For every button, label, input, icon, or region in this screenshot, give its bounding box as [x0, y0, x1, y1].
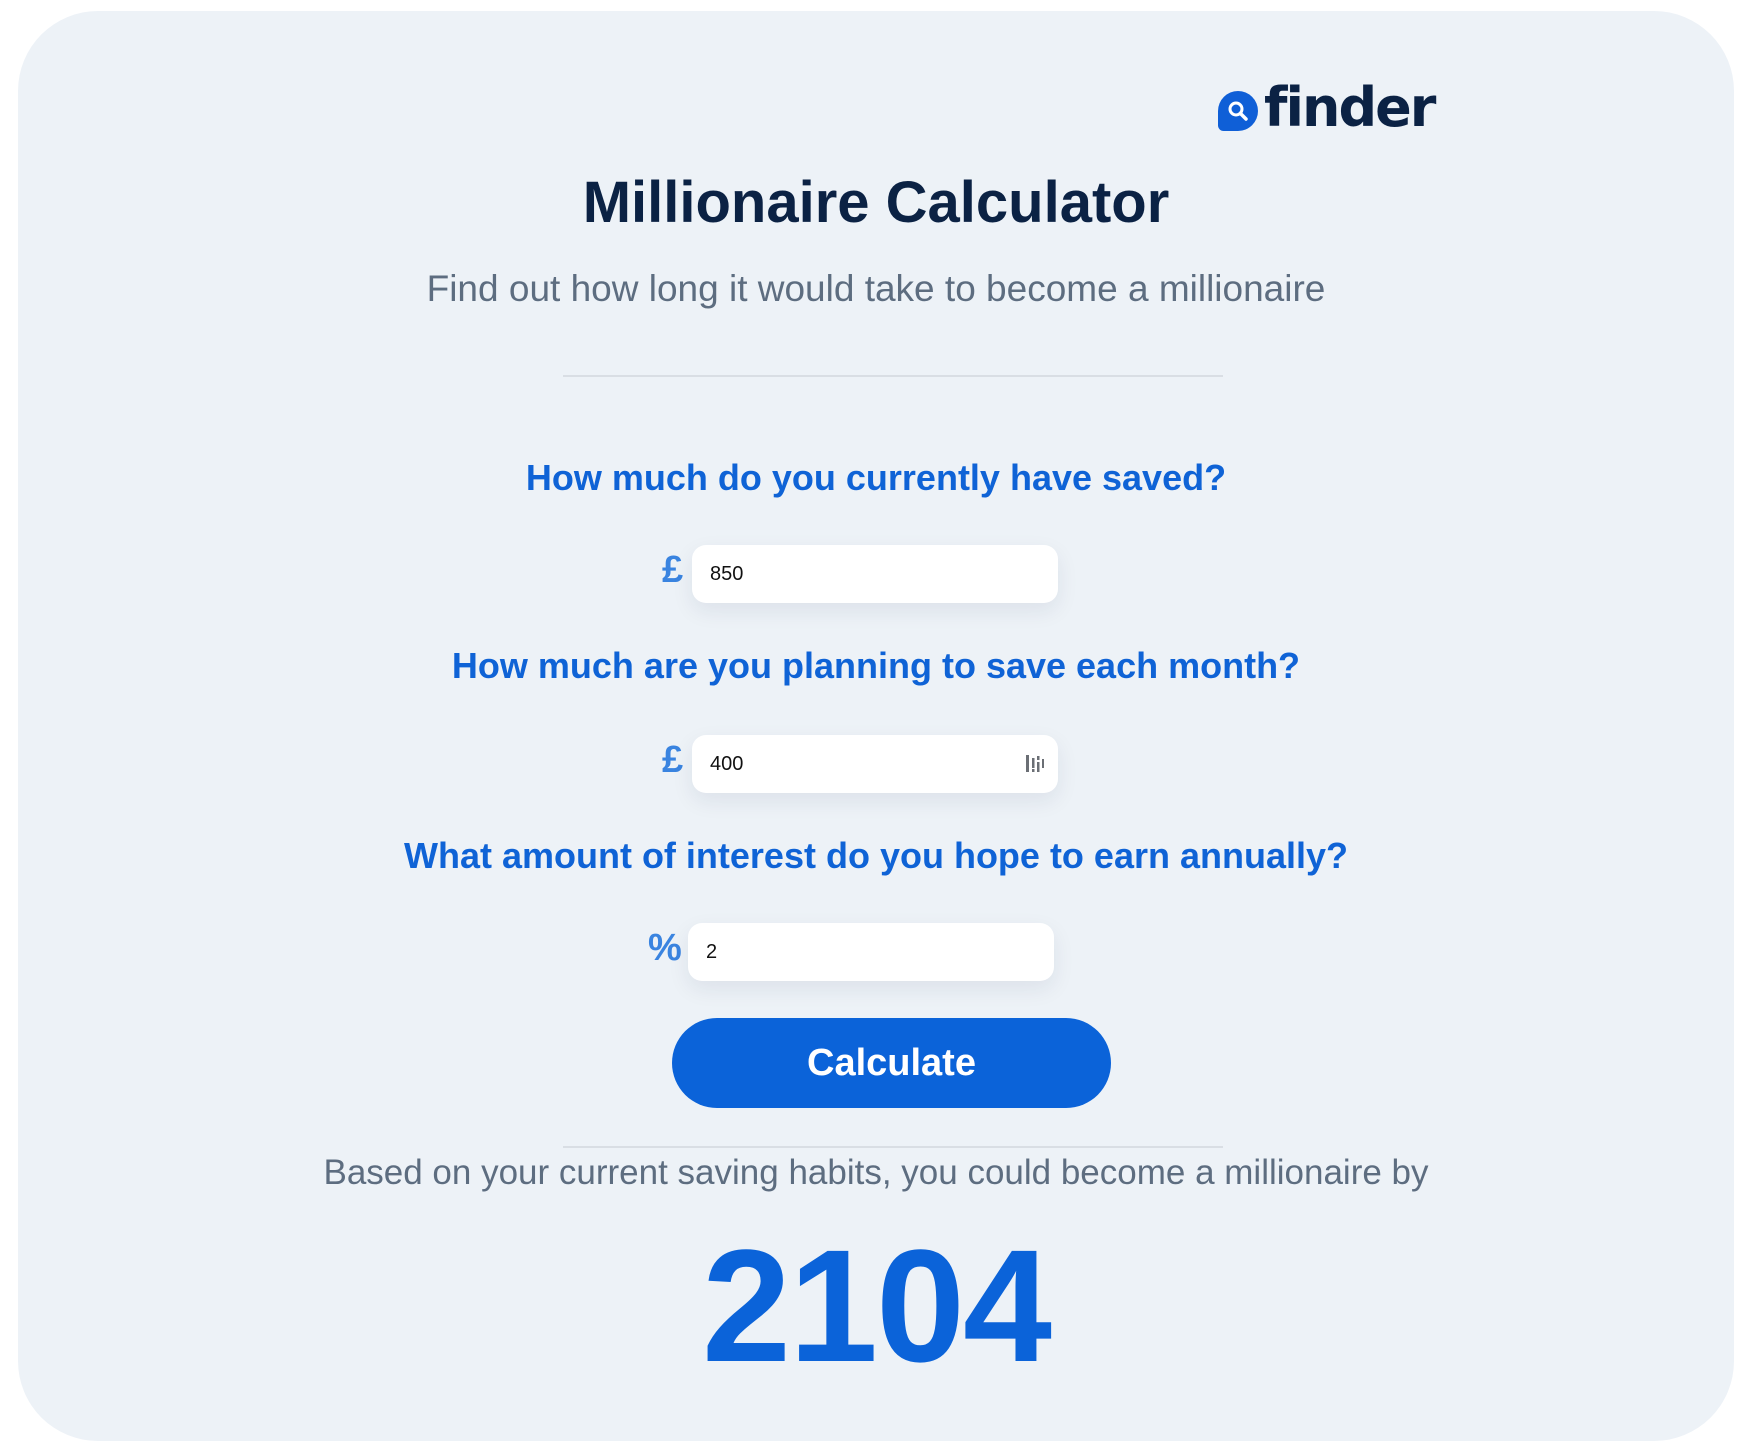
- interest-rate-input[interactable]: [706, 940, 986, 964]
- currency-symbol: £: [662, 739, 684, 781]
- divider: [563, 1146, 1223, 1148]
- page-title: Millionaire Calculator: [582, 170, 1170, 235]
- finder-logo[interactable]: finder: [1218, 73, 1436, 143]
- currency-symbol: £: [662, 549, 684, 591]
- percent-symbol: %: [648, 927, 682, 969]
- result-description: Based on your current saving habits, you…: [323, 1153, 1429, 1192]
- current-savings-question: How much do you currently have saved?: [525, 457, 1227, 498]
- monthly-savings-question: How much are you planning to save each m…: [451, 645, 1301, 686]
- current-savings-field[interactable]: [692, 545, 1058, 603]
- monthly-savings-input[interactable]: [710, 752, 990, 776]
- autofill-icon[interactable]: [1024, 753, 1046, 775]
- divider: [563, 375, 1223, 377]
- page-subtitle: Find out how long it would take to becom…: [426, 268, 1326, 309]
- monthly-savings-field[interactable]: [692, 735, 1058, 793]
- current-savings-input[interactable]: [710, 562, 990, 586]
- calculator-card: finder Millionaire Calculator Find out h…: [18, 11, 1734, 1441]
- interest-rate-question: What amount of interest do you hope to e…: [403, 835, 1349, 876]
- interest-rate-field[interactable]: [688, 923, 1054, 981]
- logo-text: finder: [1264, 76, 1436, 139]
- search-icon: [1218, 91, 1258, 131]
- calculate-button[interactable]: Calculate: [672, 1018, 1111, 1108]
- result-year: 2104: [702, 1216, 1052, 1395]
